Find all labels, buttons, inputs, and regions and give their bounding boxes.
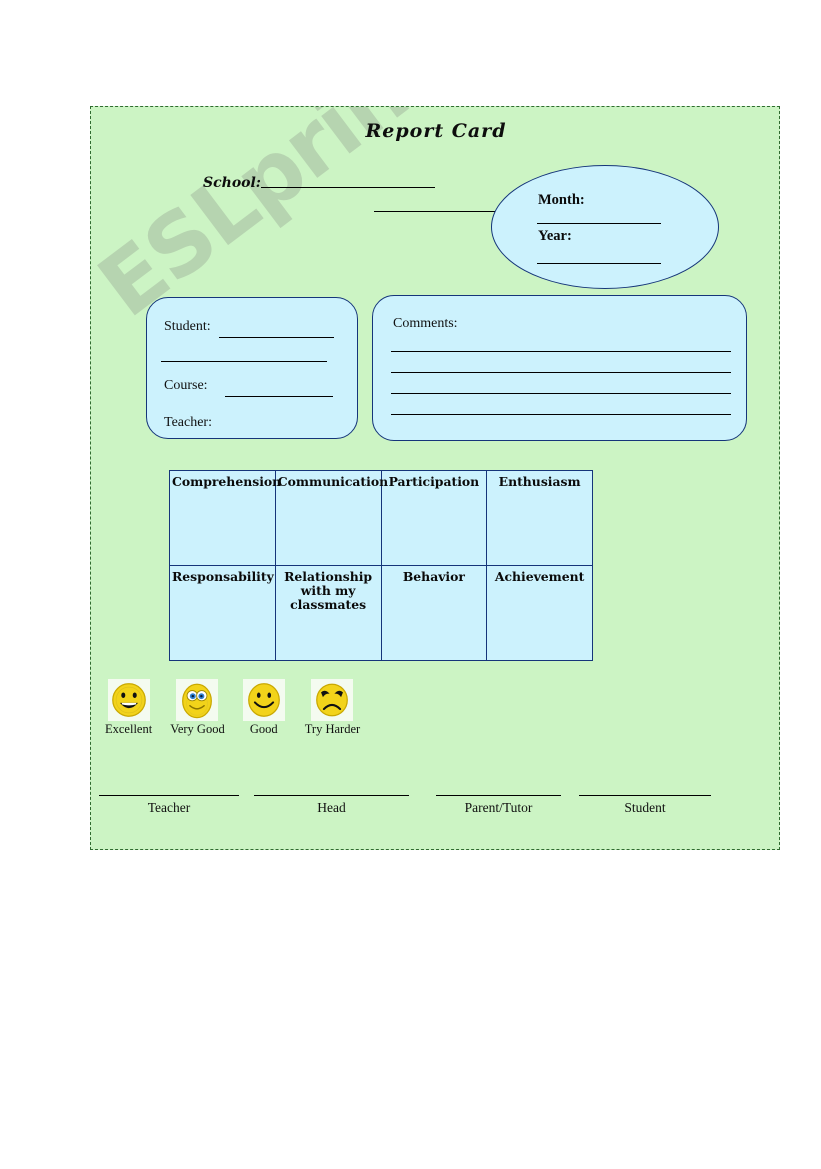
student-write-line-2[interactable]: [161, 361, 327, 362]
legend-item-excellent: Excellent: [105, 679, 152, 737]
student-write-line-1[interactable]: [219, 337, 334, 338]
legend-item-very-good: Very Good: [170, 679, 225, 737]
legend-label-good: Good: [249, 722, 278, 736]
page-title: Report Card: [365, 120, 507, 142]
skill-cell-responsability[interactable]: Responsability: [169, 565, 276, 661]
smiley-face-icon: [242, 679, 285, 721]
grinning-face-icon: [107, 679, 150, 721]
rating-legend: Excellent Very Good Good Try Harder: [99, 679, 364, 737]
student-info-box: Student: Course: Teacher:: [146, 297, 358, 439]
signature-line-teacher[interactable]: [99, 795, 239, 796]
table-row: Responsability Relationship with my clas…: [169, 565, 593, 661]
year-label: Year:: [538, 228, 572, 244]
month-year-ellipse: Month: Year:: [491, 165, 719, 289]
skill-cell-comprehension[interactable]: Comprehension: [169, 470, 281, 566]
signature-line-parent-tutor[interactable]: [436, 795, 561, 796]
legend-label-very-good: Very Good: [170, 722, 225, 736]
month-write-line[interactable]: [537, 223, 661, 224]
skill-cell-communication[interactable]: Communication: [274, 470, 388, 566]
legend-item-good: Good: [242, 679, 285, 737]
signature-head: Head: [254, 795, 409, 816]
comments-write-line-4[interactable]: [391, 414, 731, 415]
legend-label-try-harder: Try Harder: [304, 722, 361, 736]
comments-box: Comments:: [372, 295, 747, 441]
signature-teacher: Teacher: [99, 795, 239, 816]
skills-assessment-table: Comprehension Communication Participatio…: [169, 470, 593, 661]
report-card-worksheet: ESLprintables.com Report Card School: Mo…: [90, 106, 780, 850]
course-write-line[interactable]: [225, 396, 333, 397]
comments-write-line-1[interactable]: [391, 351, 731, 352]
legend-label-excellent: Excellent: [105, 722, 153, 736]
year-write-line[interactable]: [537, 263, 661, 264]
school-row: School:: [203, 175, 563, 191]
signature-row: Teacher Head Parent/Tutor Student: [91, 795, 779, 835]
school-write-line-1[interactable]: [260, 187, 435, 188]
comments-label: Comments:: [393, 316, 458, 331]
signature-student: Student: [579, 795, 711, 816]
course-label: Course:: [164, 378, 208, 393]
comments-write-line-3[interactable]: [391, 393, 731, 394]
skill-cell-participation[interactable]: Participation: [380, 470, 488, 566]
wide-eyed-smiley-face-icon: [176, 679, 219, 721]
comments-write-line-2[interactable]: [391, 372, 731, 373]
signature-line-head[interactable]: [254, 795, 409, 796]
signature-label-parent-tutor: Parent/Tutor: [464, 800, 533, 815]
signature-parent-tutor: Parent/Tutor: [436, 795, 561, 816]
legend-item-try-harder: Try Harder: [305, 679, 360, 737]
signature-label-teacher: Teacher: [147, 800, 191, 815]
school-label: School:: [203, 175, 261, 191]
skill-cell-achievement[interactable]: Achievement: [486, 565, 593, 661]
signature-line-student[interactable]: [579, 795, 711, 796]
skill-cell-behavior[interactable]: Behavior: [380, 565, 488, 661]
month-label: Month:: [538, 192, 585, 208]
table-row: Comprehension Communication Participatio…: [169, 470, 593, 566]
student-label: Student:: [164, 319, 211, 334]
teacher-label: Teacher:: [164, 415, 212, 430]
signature-label-student: Student: [624, 800, 666, 815]
skill-cell-enthusiasm[interactable]: Enthusiasm: [486, 470, 593, 566]
signature-label-head: Head: [317, 800, 346, 815]
skill-cell-relationship[interactable]: Relationship with my classmates: [274, 565, 382, 661]
sad-face-icon: [311, 679, 354, 721]
